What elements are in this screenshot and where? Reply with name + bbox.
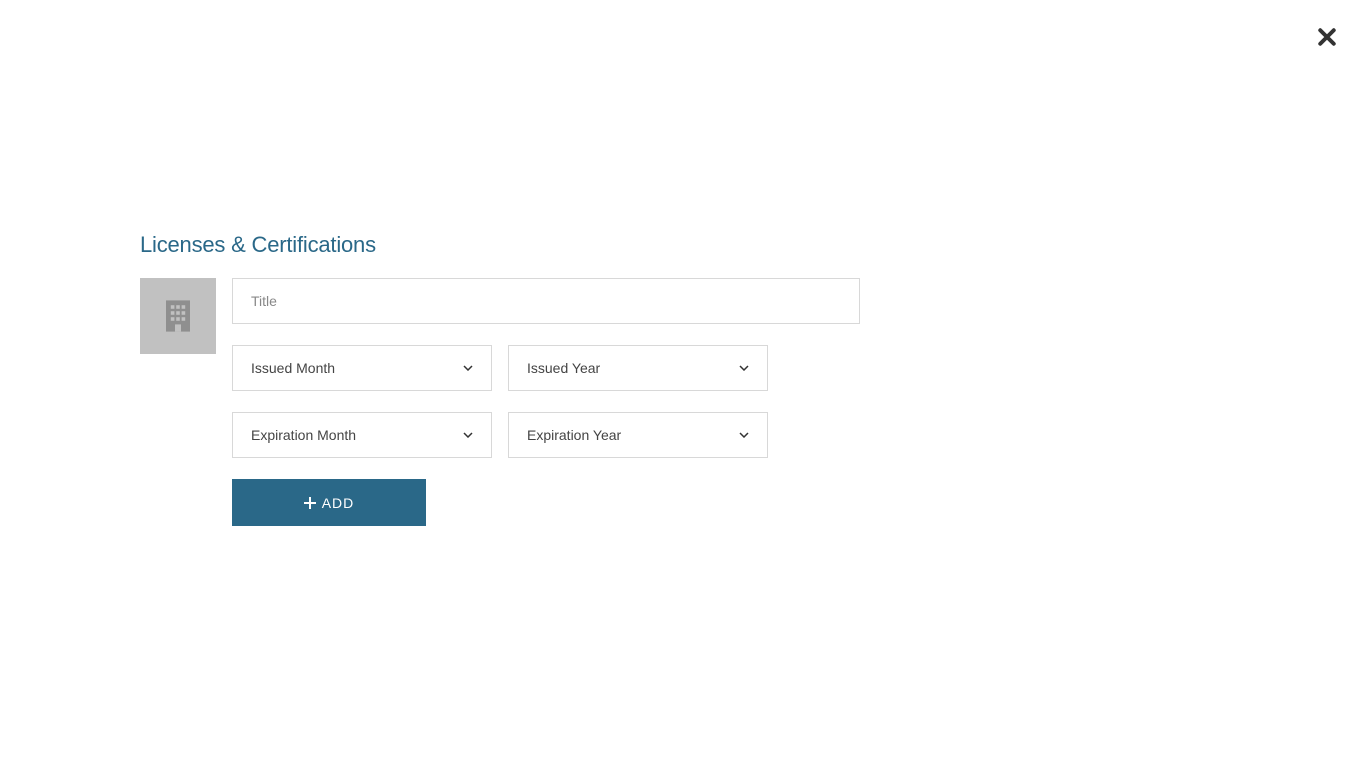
licenses-certifications-section: Licenses & Certifications bbox=[140, 232, 870, 526]
issued-year-wrapper: Issued Year bbox=[508, 345, 768, 391]
add-button-label: ADD bbox=[322, 495, 355, 511]
chevron-down-icon bbox=[739, 432, 749, 438]
issued-date-row: Issued Month Issued Year bbox=[232, 345, 870, 391]
expiration-year-wrapper: Expiration Year bbox=[508, 412, 768, 458]
expiration-year-select[interactable]: Expiration Year bbox=[508, 412, 768, 458]
chevron-down-icon bbox=[463, 365, 473, 371]
chevron-down-icon bbox=[463, 432, 473, 438]
form-fields: Issued Month Issued Year bbox=[232, 278, 870, 526]
chevron-down-icon bbox=[739, 365, 749, 371]
issued-month-label: Issued Month bbox=[251, 360, 335, 376]
expiration-month-select[interactable]: Expiration Month bbox=[232, 412, 492, 458]
expiration-year-label: Expiration Year bbox=[527, 427, 621, 443]
expiration-month-wrapper: Expiration Month bbox=[232, 412, 492, 458]
issued-month-select[interactable]: Issued Month bbox=[232, 345, 492, 391]
issued-year-label: Issued Year bbox=[527, 360, 600, 376]
form-row: Issued Month Issued Year bbox=[140, 278, 870, 526]
section-heading: Licenses & Certifications bbox=[140, 232, 870, 258]
organization-icon-placeholder bbox=[140, 278, 216, 354]
expiration-month-label: Expiration Month bbox=[251, 427, 356, 443]
issued-month-wrapper: Issued Month bbox=[232, 345, 492, 391]
close-button[interactable] bbox=[1318, 28, 1336, 51]
issued-year-select[interactable]: Issued Year bbox=[508, 345, 768, 391]
plus-icon bbox=[304, 497, 316, 509]
add-button[interactable]: ADD bbox=[232, 479, 426, 526]
title-input[interactable] bbox=[232, 278, 860, 324]
building-icon bbox=[163, 298, 193, 334]
close-icon bbox=[1318, 28, 1336, 46]
expiration-date-row: Expiration Month Expiration Year bbox=[232, 412, 870, 458]
